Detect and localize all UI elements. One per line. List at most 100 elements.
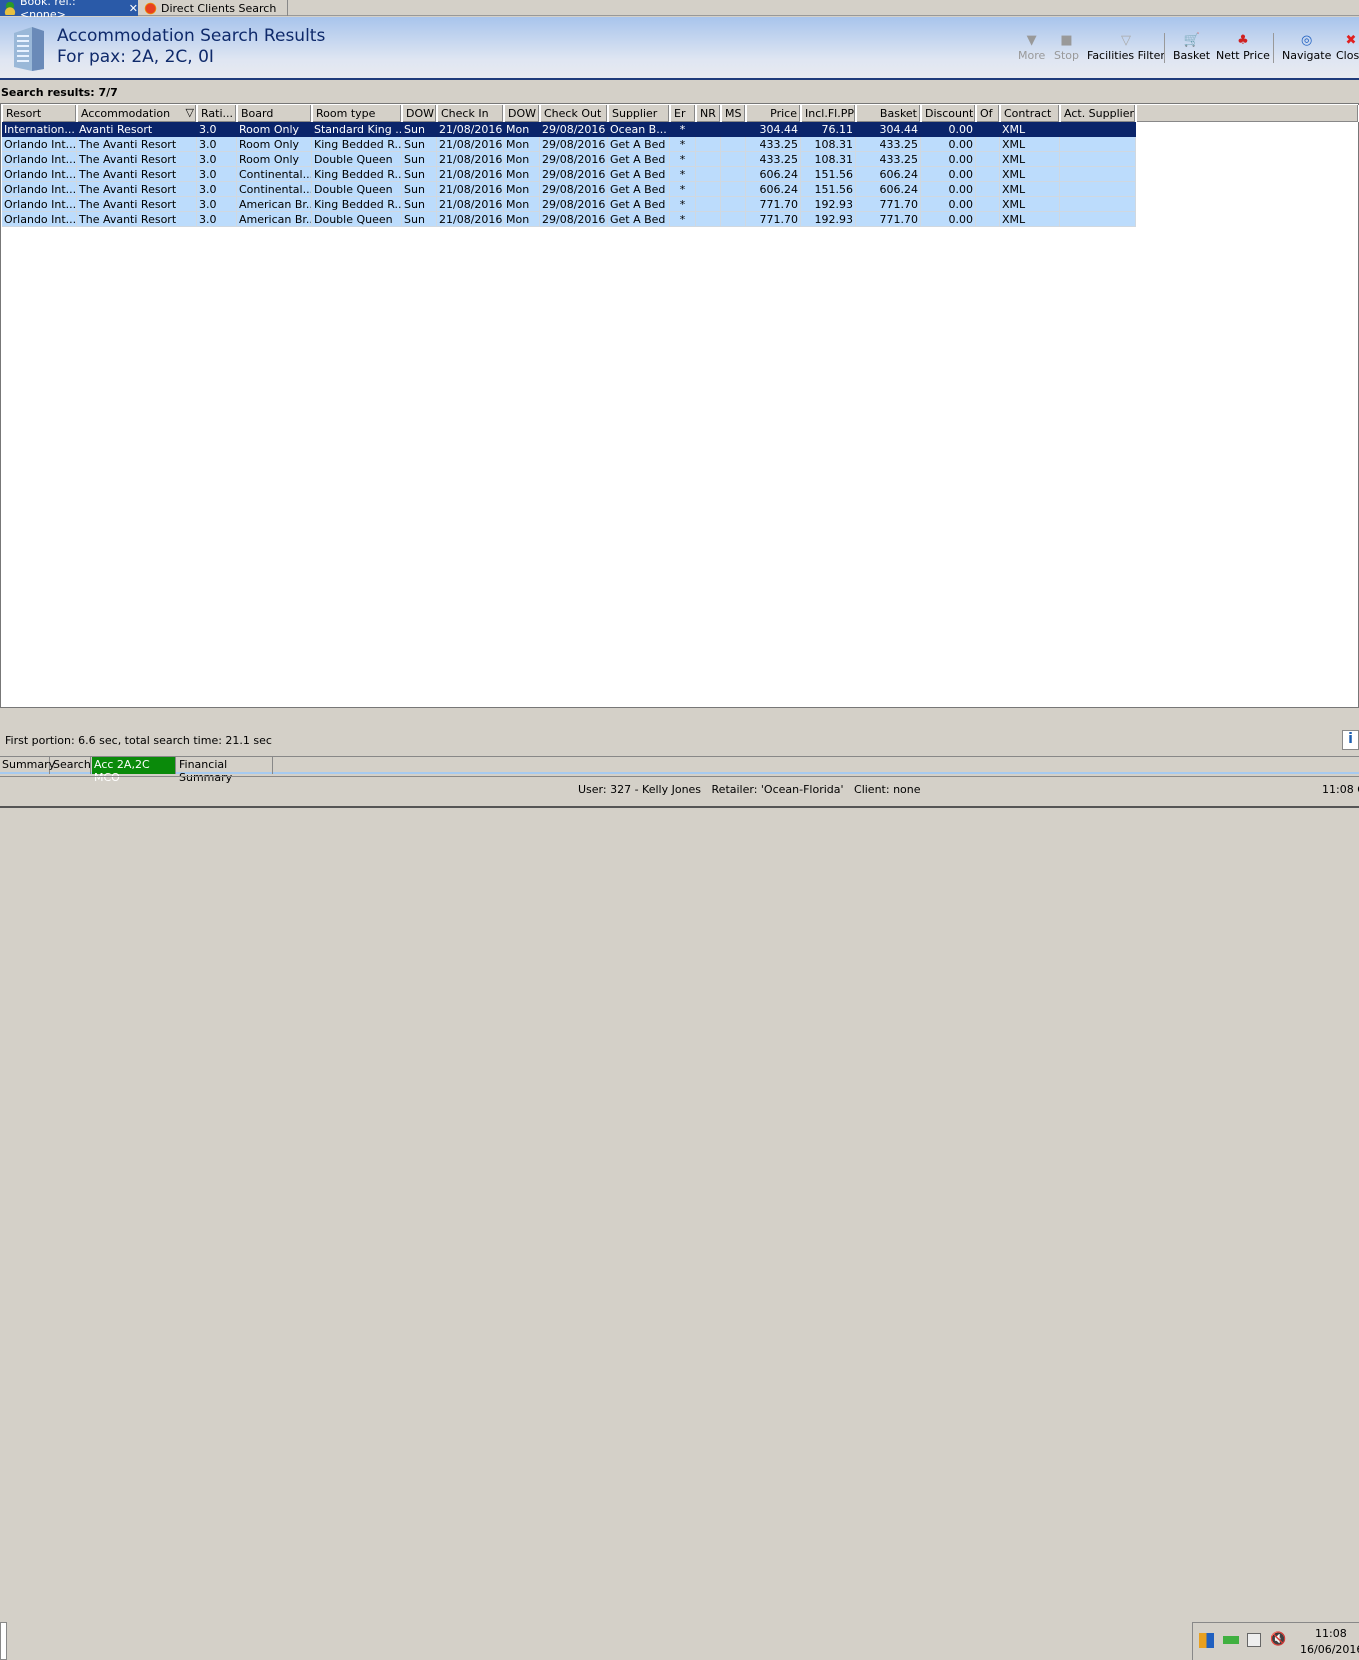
cell-check-in: 21/08/2016 [437, 197, 504, 212]
cell-check-in: 21/08/2016 [437, 122, 504, 137]
column-header-dow[interactable]: DOW [504, 105, 540, 122]
status-time: 11:08 G [1322, 783, 1359, 796]
cell-accommodation: The Avanti Resort [77, 167, 197, 182]
bottom-tab-acc-2a-2c-mco[interactable]: Acc 2A,2C MCO [92, 757, 176, 784]
column-header-of[interactable]: Of [976, 105, 1000, 122]
cell-discount: 0.00 [921, 137, 976, 152]
cell-discount: 0.00 [921, 167, 976, 182]
cell-dow: Mon [504, 122, 540, 137]
cell-price: 771.70 [746, 197, 801, 212]
cell-contract: XML [1000, 197, 1060, 212]
cell-ms [721, 182, 746, 197]
cell-nr [696, 122, 721, 137]
cell-rati: 3.0 [197, 122, 237, 137]
column-header-board[interactable]: Board [237, 105, 312, 122]
network-card-icon[interactable] [1223, 1636, 1239, 1644]
column-header-price[interactable]: Price [746, 105, 801, 122]
cell-check-out: 29/08/2016 [540, 137, 608, 152]
cell-resort: Orlando Int... [2, 152, 77, 167]
cell-contract: XML [1000, 122, 1060, 137]
table-row[interactable]: Orlando Int... The Avanti Resort 3.0 Americ… [2, 212, 1136, 227]
navigate-button[interactable]: ◎ Navigate [1282, 33, 1331, 67]
bottom-tab-summary[interactable]: Summary [0, 757, 55, 774]
column-header-act-supplier[interactable]: Act. Supplier [1060, 105, 1136, 122]
table-row[interactable]: Orlando Int... The Avanti Resort 3.0 Room O… [2, 137, 1136, 152]
column-header-er[interactable]: Er [670, 105, 696, 122]
column-header-rati[interactable]: Rati... [197, 105, 237, 122]
column-header-incl-fl-pp[interactable]: Incl.Fl.PP [801, 105, 856, 122]
cell-incl-fl-pp: 192.93 [801, 212, 856, 227]
bottom-tab-financial-summary[interactable]: Financial Summary [177, 757, 273, 784]
cell-room-type: Double Queen [312, 182, 402, 197]
toolbar-separator [1164, 33, 1165, 63]
cell-check-out: 29/08/2016 [540, 212, 608, 227]
cell-dow: Sun [402, 152, 437, 167]
stop-button[interactable]: ■ Stop [1054, 33, 1079, 67]
filter-icon[interactable]: ▽ [186, 106, 194, 119]
cell-dow: Mon [504, 137, 540, 152]
cell-nr [696, 212, 721, 227]
cell-nr [696, 197, 721, 212]
status-bar: User: 327 - Kelly Jones Retailer: 'Ocean… [0, 776, 1359, 808]
cell-ms [721, 212, 746, 227]
cell-accommodation: The Avanti Resort [77, 137, 197, 152]
cell-accommodation: The Avanti Resort [77, 212, 197, 227]
cell-incl-fl-pp: 151.56 [801, 182, 856, 197]
cell-resort: Orlando Int... [2, 182, 77, 197]
close-tab-icon[interactable]: ✕ [129, 2, 138, 15]
nett-price-button[interactable]: ♣ Nett Price [1216, 33, 1270, 67]
cell-room-type: King Bedded R... [312, 167, 402, 182]
column-header-room-type[interactable]: Room type [312, 105, 402, 122]
column-header-check-in[interactable]: Check In [437, 105, 504, 122]
column-header-resort[interactable]: Resort [2, 105, 77, 122]
column-header-check-out[interactable]: Check Out [540, 105, 608, 122]
globe-icon [144, 1, 157, 15]
cell-resort: Internation... [2, 122, 77, 137]
info-button[interactable]: i [1342, 730, 1359, 750]
cell-accommodation: Avanti Resort [77, 122, 197, 137]
info-icon: i [1348, 731, 1353, 747]
palm-island-icon [4, 1, 16, 15]
antivirus-icon[interactable] [1199, 1633, 1214, 1648]
cell-contract: XML [1000, 182, 1060, 197]
cell-of [976, 137, 1000, 152]
cell-room-type: Standard King ... [312, 122, 402, 137]
cell-of [976, 167, 1000, 182]
table-row[interactable]: Orlando Int... The Avanti Resort 3.0 Americ… [2, 197, 1136, 212]
tab-label: Direct Clients Search [161, 1, 277, 15]
cell-er: * [670, 152, 696, 167]
basket-button[interactable]: 🛒 Basket [1173, 33, 1210, 67]
table-row[interactable]: Orlando Int... The Avanti Resort 3.0 Contin… [2, 167, 1136, 182]
funnel-icon: ▽ [1120, 33, 1131, 48]
page-title: Accommodation Search Results [57, 26, 326, 46]
column-header-nr[interactable]: NR [696, 105, 721, 122]
cell-er: * [670, 212, 696, 227]
cell-discount: 0.00 [921, 212, 976, 227]
cell-check-out: 29/08/2016 [540, 197, 608, 212]
network-icon[interactable] [1247, 1633, 1261, 1647]
tab-book-ref[interactable]: Book. ref.: <none> ✕ [0, 0, 138, 21]
table-row[interactable]: Orlando Int... The Avanti Resort 3.0 Room O… [2, 152, 1136, 167]
column-header-dow[interactable]: DOW [402, 105, 437, 122]
cell-nr [696, 137, 721, 152]
taskbar-window-button[interactable] [0, 1622, 7, 1660]
column-header-contract[interactable]: Contract [1000, 105, 1060, 122]
column-header-discount[interactable]: Discount [921, 105, 976, 122]
column-header-accommodation[interactable]: Accommodation ▽ [77, 105, 197, 122]
bottom-tab-search[interactable]: Search [51, 757, 91, 774]
more-button[interactable]: ▼ More [1018, 33, 1045, 67]
cell-supplier: Ocean B... [608, 122, 670, 137]
cell-room-type: King Bedded R... [312, 197, 402, 212]
page-subtitle: For pax: 2A, 2C, 0I [57, 47, 214, 67]
table-row[interactable]: Orlando Int... The Avanti Resort 3.0 Contin… [2, 182, 1136, 197]
column-header-ms[interactable]: MS [721, 105, 746, 122]
tab-direct-clients-search[interactable]: Direct Clients Search [140, 0, 288, 16]
close-button[interactable]: ✖Close [1336, 33, 1359, 67]
volume-muted-icon[interactable]: 🔇 [1270, 1632, 1286, 1647]
table-row[interactable]: Internation... Avanti Resort 3.0 Room Only S… [2, 122, 1136, 137]
cell-room-type: King Bedded R... [312, 137, 402, 152]
column-header-basket[interactable]: Basket [856, 105, 921, 122]
cell-board: American Br... [237, 197, 312, 212]
facilities-filter-button[interactable]: ▽ Facilities Filter [1087, 33, 1165, 67]
column-header-supplier[interactable]: Supplier [608, 105, 670, 122]
